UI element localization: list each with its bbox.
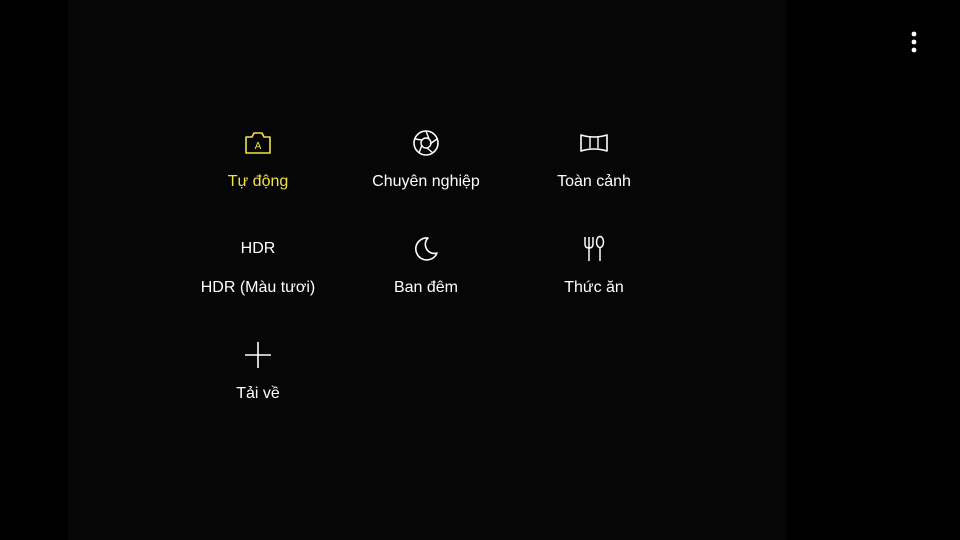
moon-icon bbox=[410, 233, 442, 265]
svg-text:A: A bbox=[255, 141, 262, 152]
mode-pro[interactable]: Chuyên nghiệp bbox=[342, 127, 510, 227]
panorama-icon bbox=[578, 127, 610, 159]
mode-label: Tải về bbox=[236, 385, 280, 402]
mode-label: HDR (Màu tươi) bbox=[200, 279, 316, 296]
mode-label: Tự động bbox=[227, 173, 289, 190]
plus-icon bbox=[242, 339, 274, 371]
mode-label: Toàn cảnh bbox=[557, 173, 631, 190]
mode-label: Chuyên nghiệp bbox=[372, 173, 480, 190]
more-options-button[interactable] bbox=[898, 26, 930, 58]
camera-auto-icon: A bbox=[242, 127, 274, 159]
mode-label: Thức ăn bbox=[564, 279, 624, 296]
hdr-icon: HDR bbox=[240, 240, 276, 257]
mode-night[interactable]: Ban đêm bbox=[342, 233, 510, 333]
mode-hdr[interactable]: HDR HDR (Màu tươi) bbox=[174, 233, 342, 333]
aperture-icon bbox=[410, 127, 442, 159]
mode-panorama[interactable]: Toàn cảnh bbox=[510, 127, 678, 227]
more-vertical-icon bbox=[911, 31, 917, 53]
fork-spoon-icon bbox=[578, 233, 610, 265]
mode-auto[interactable]: A Tự động bbox=[174, 127, 342, 227]
mode-food[interactable]: Thức ăn bbox=[510, 233, 678, 333]
mode-label: Ban đêm bbox=[393, 279, 459, 296]
mode-download[interactable]: Tải về bbox=[174, 339, 342, 439]
